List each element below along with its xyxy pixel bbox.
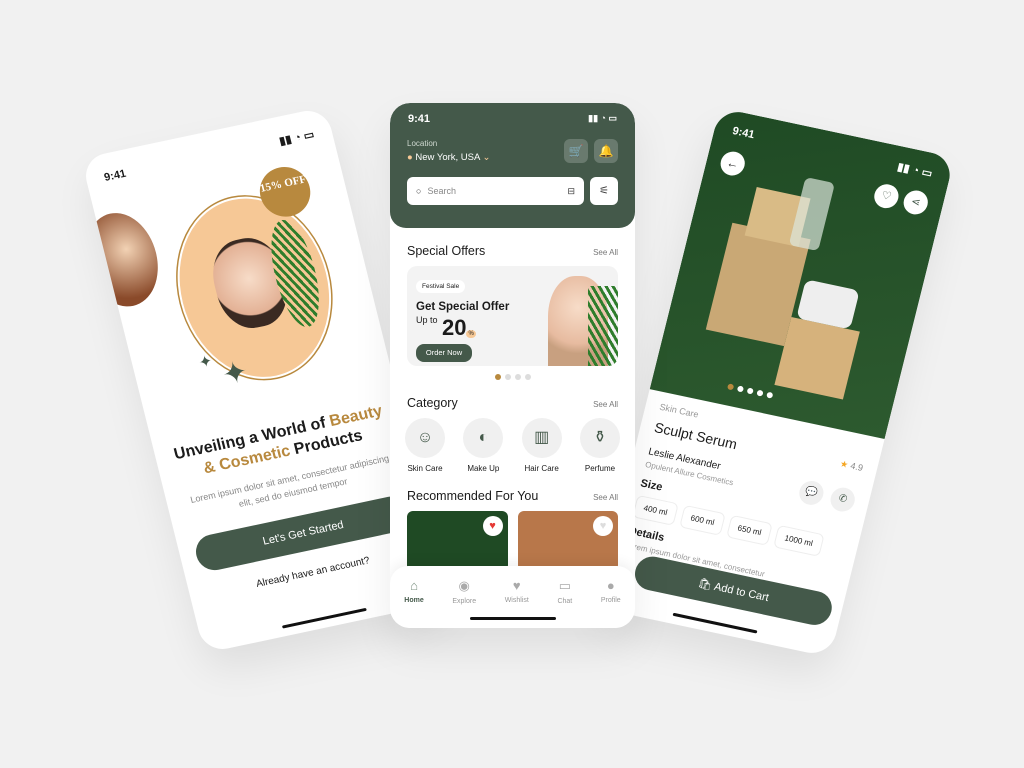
explore-icon: ◉ xyxy=(458,578,470,593)
makeup-icon: ◐ xyxy=(463,418,504,458)
home-indicator xyxy=(469,617,556,620)
category-perfume[interactable]: ⚱ Perfume xyxy=(578,418,622,473)
category-list: ☺ Skin Care ◐ Make Up ▥ Hair Care ⚱ Perfume xyxy=(390,418,635,473)
chat-icon: ▭ xyxy=(558,578,571,593)
product-screen: 9:41 ▮▮ ◔ ▭ ← ♡ ⋖ Skin Care Sculpt Serum … xyxy=(595,107,955,658)
filter-button[interactable]: ⚟ xyxy=(590,177,618,205)
size-option[interactable]: 600 ml xyxy=(679,504,726,536)
status-time: 9:41 xyxy=(102,167,128,184)
chat-button[interactable]: 💬 xyxy=(796,478,827,508)
hair-care-icon: ▥ xyxy=(521,418,562,458)
nav-profile[interactable]: ● Profile xyxy=(601,578,621,628)
size-option[interactable]: 650 ml xyxy=(726,514,773,546)
status-icons: ▮▮ ◔ ▭ xyxy=(588,113,617,123)
nav-explore[interactable]: ◉ Explore xyxy=(452,578,476,628)
section-title: Special Offers xyxy=(407,244,486,258)
side-photo xyxy=(80,206,168,314)
size-option[interactable]: 1000 ml xyxy=(773,524,825,557)
product-card[interactable]: ♥ xyxy=(517,511,618,571)
pin-icon: ● xyxy=(407,152,413,163)
product-card[interactable]: ♥ xyxy=(407,511,508,571)
nav-home[interactable]: ⌂ Home xyxy=(404,578,423,628)
notification-button[interactable]: 🔔 xyxy=(594,139,618,163)
nav-wishlist[interactable]: ♥ Wishlist xyxy=(505,578,529,628)
bag-icon: 🛍 xyxy=(696,577,714,593)
category-hair-care[interactable]: ▥ Hair Care xyxy=(520,418,564,473)
leaf-decoration xyxy=(588,286,618,366)
carousel-dots xyxy=(390,374,635,380)
offer-value: 20 xyxy=(441,315,467,340)
location-selector[interactable]: ● New York, USA ⌄ xyxy=(407,152,490,163)
face-mask-icon: ☺ xyxy=(405,418,445,458)
product-image xyxy=(649,107,955,439)
heart-icon[interactable]: ♥ xyxy=(482,516,503,536)
location-label: Location xyxy=(407,139,438,148)
heart-icon: ♥ xyxy=(512,578,521,593)
section-title: Category xyxy=(407,396,458,410)
search-icon: ○ xyxy=(416,186,422,196)
scan-icon[interactable]: ⊟ xyxy=(567,186,575,197)
cart-button[interactable]: 🛒 xyxy=(564,139,588,163)
perfume-icon: ⚱ xyxy=(579,418,620,458)
home-header: 9:41 ▮▮ ◔ ▭ Location ● New York, USA ⌄ 🛒 🔔… xyxy=(390,103,635,228)
home-screen: 9:41 ▮▮ ◔ ▭ Location ● New York, USA ⌄ 🛒 🔔… xyxy=(390,103,635,628)
size-option[interactable]: 400 ml xyxy=(632,494,679,526)
nav-chat[interactable]: ▭ Chat xyxy=(557,578,572,628)
order-now-button[interactable]: Order Now xyxy=(416,344,472,362)
home-indicator xyxy=(281,607,367,629)
profile-icon: ● xyxy=(606,578,615,593)
category-make-up[interactable]: ◐ Make Up xyxy=(461,418,505,473)
call-button[interactable]: ✆ xyxy=(828,485,858,514)
star-icon: ★ xyxy=(839,458,850,470)
offer-tag: Festival Sale xyxy=(416,280,466,293)
see-all-link[interactable]: See All xyxy=(593,248,618,257)
see-all-link[interactable]: See All xyxy=(593,400,618,409)
hero-photo xyxy=(158,182,351,394)
status-time: 9:41 xyxy=(408,113,431,125)
chevron-down-icon: ⌄ xyxy=(482,152,491,163)
home-icon: ⌂ xyxy=(410,578,418,593)
rating: ★ 4.9 xyxy=(839,458,865,473)
heart-icon[interactable]: ♥ xyxy=(593,516,613,536)
section-title: Recommended For You xyxy=(407,489,539,503)
category-skin-care[interactable]: ☺ Skin Care xyxy=(403,418,447,473)
see-all-link[interactable]: See All xyxy=(593,493,618,502)
search-input[interactable]: ○ Search ⊟ xyxy=(407,177,584,205)
home-indicator xyxy=(672,612,758,634)
status-icons: ▮▮ ◔ ▭ xyxy=(278,128,316,148)
offer-banner[interactable]: Festival Sale Get Special Offer Up to 20… xyxy=(407,266,618,366)
